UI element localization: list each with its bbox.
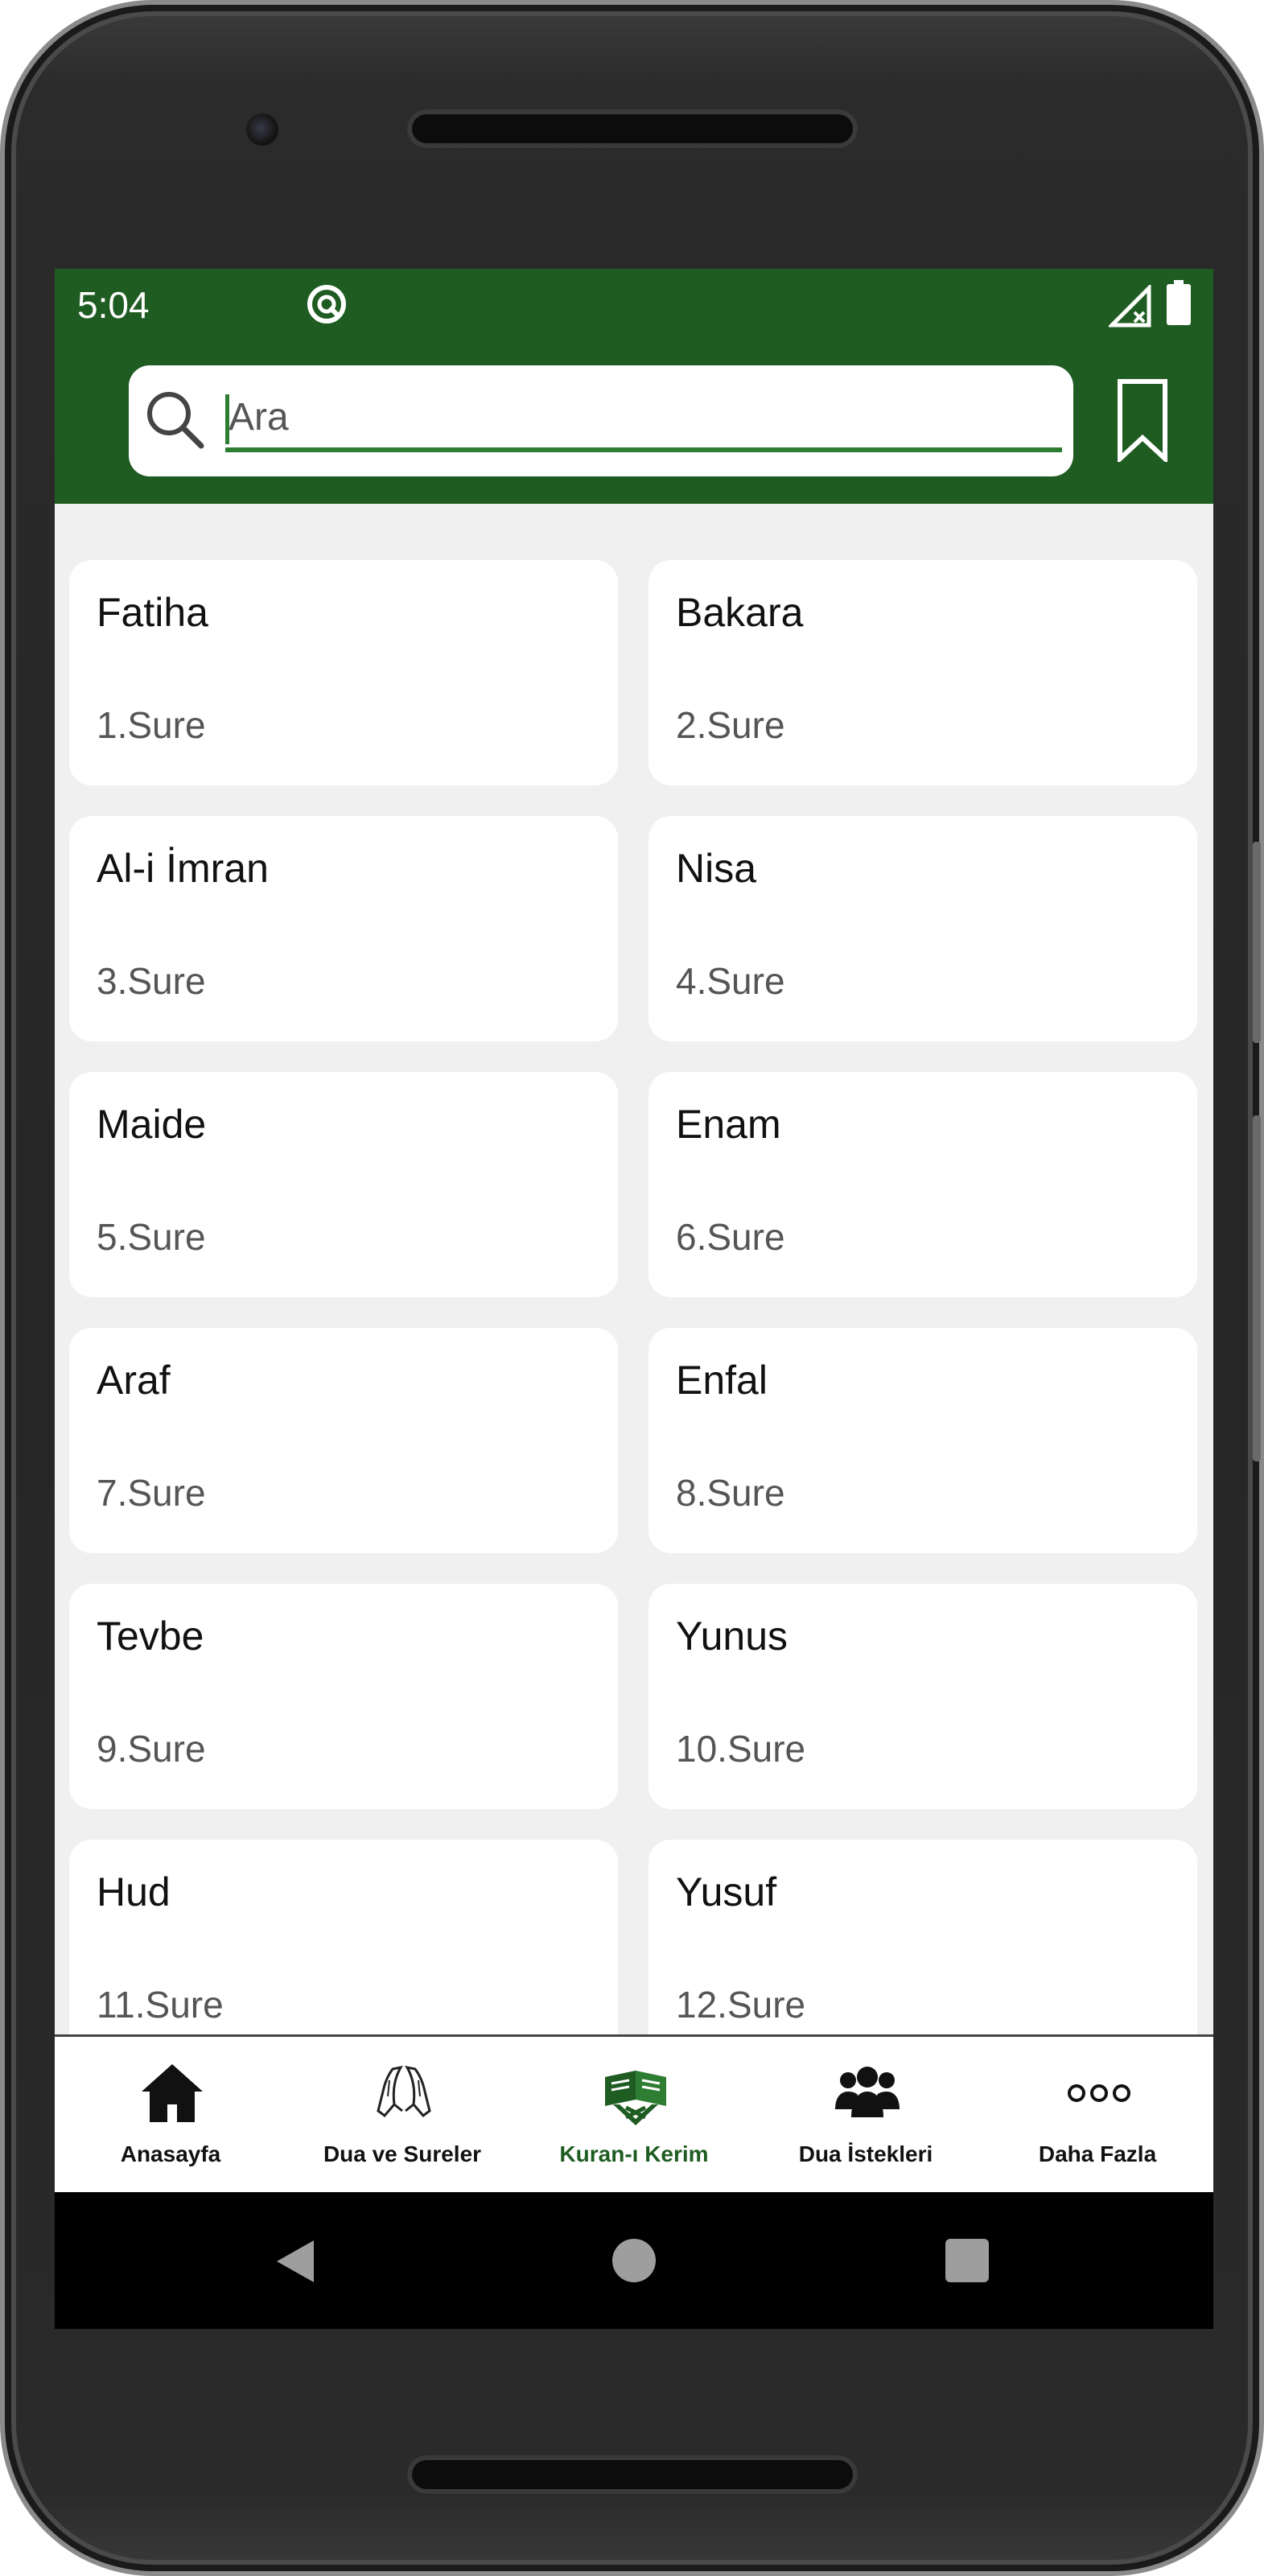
nav-item-dua-ve-sureler[interactable]: Dua ve Sureler bbox=[286, 2037, 518, 2195]
bottom-navigation: Anasayfa Dua ve Sureler Kuran-ı Kerim Du… bbox=[55, 2034, 1213, 2195]
back-icon[interactable] bbox=[272, 2237, 320, 2285]
text-cursor bbox=[225, 394, 229, 444]
surah-name: Fatiha bbox=[97, 590, 208, 635]
search-bar[interactable] bbox=[129, 365, 1073, 476]
surah-number: 2.Sure bbox=[676, 704, 785, 746]
nav-label: Anasayfa bbox=[120, 2141, 221, 2166]
surah-number: 1.Sure bbox=[97, 704, 206, 746]
volume-button bbox=[1253, 1115, 1261, 1461]
surah-name: Bakara bbox=[676, 590, 804, 635]
status-time: 5:04 bbox=[77, 284, 150, 326]
bottom-speaker bbox=[407, 2455, 858, 2494]
surah-name: Enam bbox=[676, 1102, 781, 1147]
surah-name: Yunus bbox=[676, 1614, 788, 1659]
surah-number: 4.Sure bbox=[676, 960, 785, 1002]
home-circle-icon[interactable] bbox=[612, 2239, 656, 2282]
nav-item-daha-fazla[interactable]: Daha Fazla bbox=[982, 2037, 1213, 2195]
signal-no-data-icon bbox=[1109, 285, 1151, 328]
app-bar: 5:04 bbox=[55, 269, 1213, 504]
surah-card[interactable]: Araf 7.Sure bbox=[69, 1328, 618, 1553]
surah-name: Maide bbox=[97, 1102, 207, 1147]
surah-number: 3.Sure bbox=[97, 960, 206, 1002]
search-underline bbox=[225, 447, 1062, 452]
phone-frame: 5:04 Ara Fatiha 1.Sure Bakara 2.Sure Al-… bbox=[0, 0, 1264, 2576]
surah-number: 8.Sure bbox=[676, 1472, 785, 1514]
app-screen: 5:04 Ara Fatiha 1.Sure Bakara 2.Sure Al-… bbox=[55, 269, 1213, 2329]
recent-apps-icon[interactable] bbox=[945, 2239, 989, 2282]
surah-card[interactable]: Bakara 2.Sure bbox=[648, 560, 1197, 785]
more-dots-icon bbox=[1068, 2084, 1130, 2102]
surah-name: Araf bbox=[97, 1358, 171, 1403]
surah-number: 9.Sure bbox=[97, 1728, 206, 1770]
nav-label: Kuran-ı Kerim bbox=[559, 2141, 709, 2166]
nav-item-dua-istekleri[interactable]: Dua İstekleri bbox=[750, 2037, 982, 2195]
surah-grid: Fatiha 1.Sure Bakara 2.Sure Al-i İmran 3… bbox=[55, 504, 1213, 2057]
surah-card[interactable]: Al-i İmran 3.Sure bbox=[69, 816, 618, 1041]
surah-card[interactable]: Tevbe 9.Sure bbox=[69, 1584, 618, 1809]
praying-hands-icon bbox=[377, 2065, 431, 2118]
quran-book-icon bbox=[605, 2071, 666, 2125]
group-users-icon bbox=[835, 2067, 900, 2117]
battery-full-icon bbox=[1167, 280, 1191, 325]
nav-item-home[interactable]: Anasayfa bbox=[55, 2037, 286, 2195]
nav-label: Dua ve Sureler bbox=[323, 2141, 482, 2166]
search-icon bbox=[147, 392, 204, 449]
surah-card[interactable]: Fatiha 1.Sure bbox=[69, 560, 618, 785]
surah-card[interactable]: Yusuf 12.Sure bbox=[648, 1840, 1197, 2057]
surah-card[interactable]: Yunus 10.Sure bbox=[648, 1584, 1197, 1809]
surah-number: 5.Sure bbox=[97, 1216, 206, 1258]
surah-card[interactable]: Enfal 8.Sure bbox=[648, 1328, 1197, 1553]
surah-number: 6.Sure bbox=[676, 1216, 785, 1258]
surah-name: Al-i İmran bbox=[97, 846, 269, 891]
surah-card[interactable]: Enam 6.Sure bbox=[648, 1072, 1197, 1297]
surah-card[interactable]: Hud 11.Sure bbox=[69, 1840, 618, 2057]
surah-card[interactable]: Maide 5.Sure bbox=[69, 1072, 618, 1297]
top-speaker bbox=[407, 109, 858, 148]
surah-number: 11.Sure bbox=[97, 1984, 224, 2026]
surah-number: 10.Sure bbox=[676, 1728, 806, 1770]
nav-label: Dua İstekleri bbox=[798, 2141, 933, 2166]
surah-name: Tevbe bbox=[97, 1614, 204, 1659]
surah-name: Enfal bbox=[676, 1358, 768, 1403]
app-notification-icon bbox=[307, 285, 346, 324]
surah-name: Hud bbox=[97, 1869, 171, 1914]
surah-card[interactable]: Nisa 4.Sure bbox=[648, 816, 1197, 1041]
nav-label: Daha Fazla bbox=[1038, 2141, 1157, 2166]
power-button bbox=[1253, 842, 1261, 1043]
bookmark-icon[interactable] bbox=[1117, 378, 1168, 462]
system-navigation-bar bbox=[55, 2192, 1213, 2329]
surah-number: 12.Sure bbox=[676, 1984, 806, 2026]
surah-number: 7.Sure bbox=[97, 1472, 206, 1514]
nav-item-kuran-i-kerim[interactable]: Kuran-ı Kerim bbox=[518, 2037, 750, 2195]
surah-name: Nisa bbox=[676, 846, 757, 891]
home-icon bbox=[142, 2064, 203, 2122]
surah-name: Yusuf bbox=[676, 1869, 777, 1914]
front-camera bbox=[246, 113, 278, 146]
search-input[interactable] bbox=[225, 389, 1062, 444]
